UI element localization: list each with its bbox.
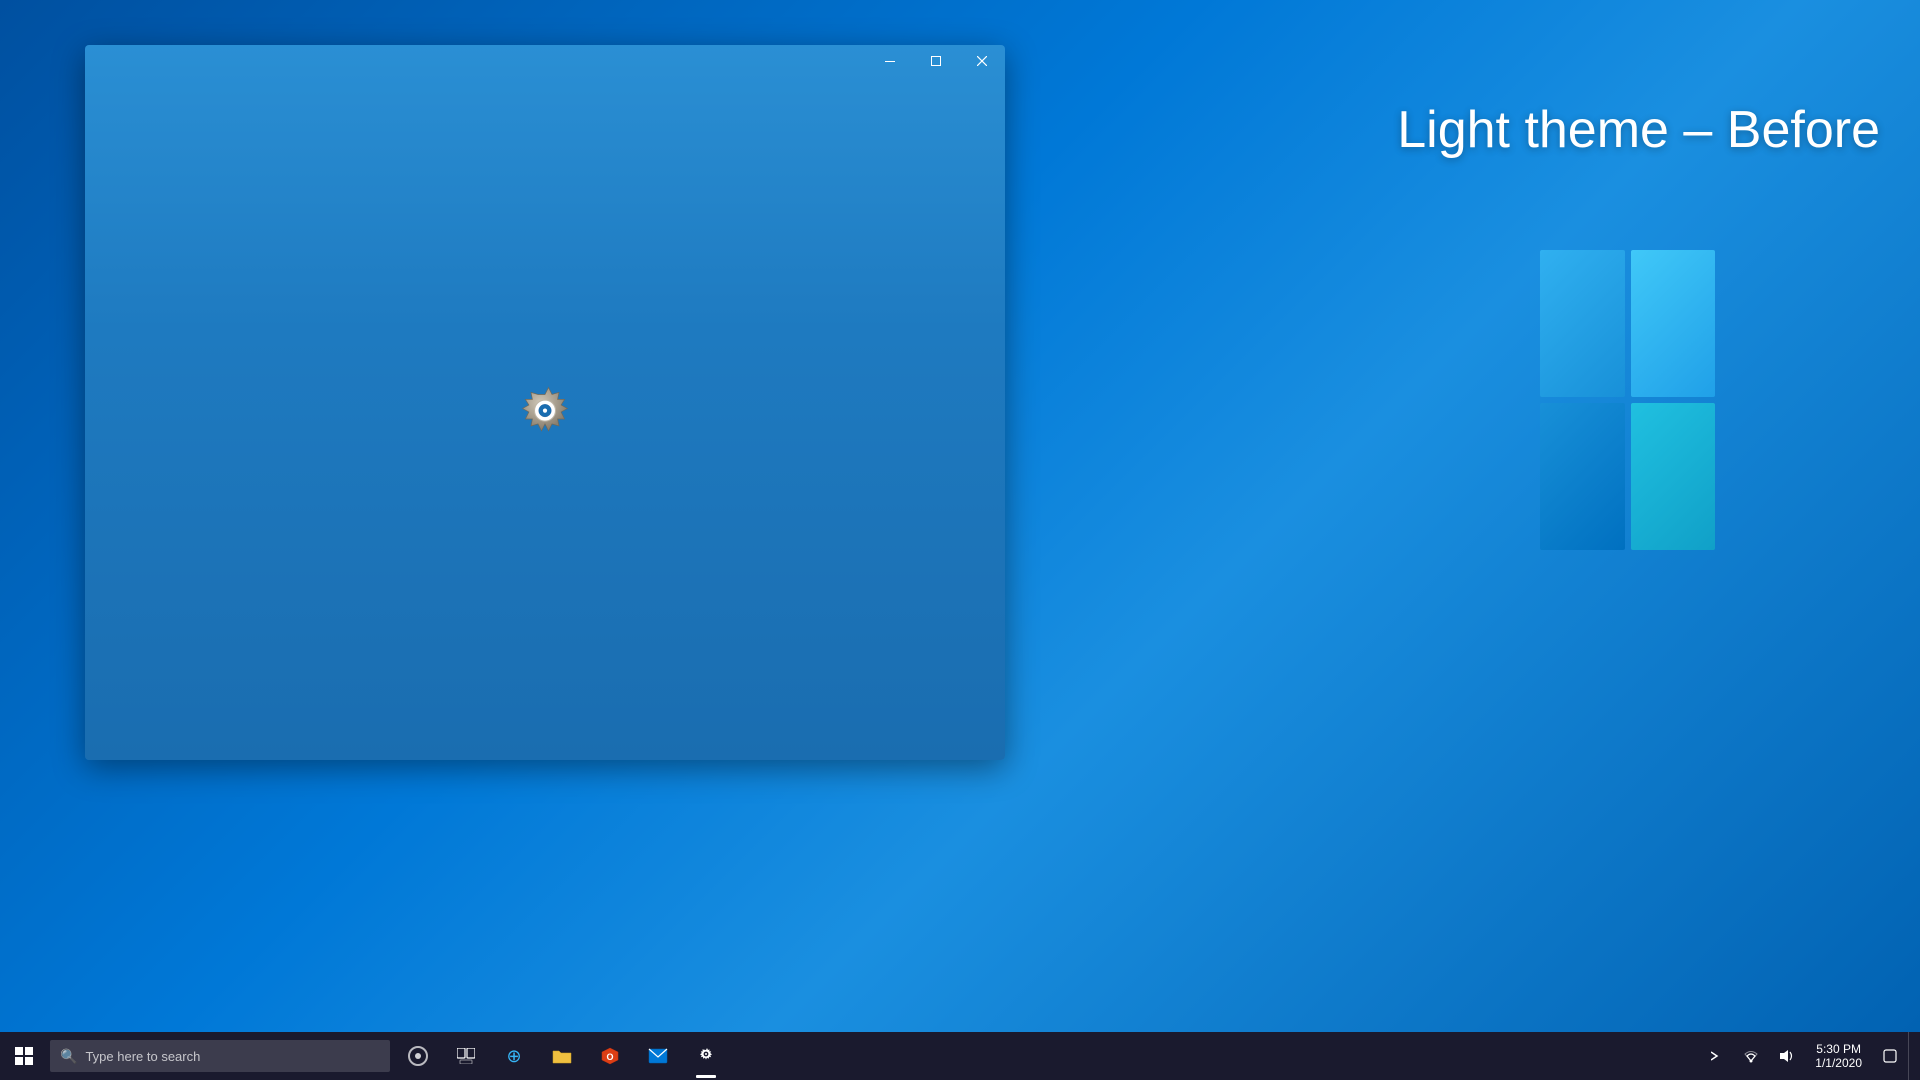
clock[interactable]: 5:30 PM 1/1/2020 xyxy=(1805,1032,1872,1080)
volume-icon[interactable] xyxy=(1769,1032,1805,1080)
settings-gear-icon xyxy=(510,384,580,454)
svg-text:O: O xyxy=(606,1052,613,1062)
cortana-icon xyxy=(408,1046,428,1066)
file-explorer-button[interactable] xyxy=(538,1032,586,1080)
mail-button[interactable] xyxy=(634,1032,682,1080)
search-bar[interactable]: 🔍 Type here to search xyxy=(50,1040,390,1072)
start-button[interactable] xyxy=(0,1032,48,1080)
task-view-button[interactable] xyxy=(442,1032,490,1080)
cortana-button[interactable] xyxy=(394,1032,442,1080)
search-placeholder: Type here to search xyxy=(85,1049,200,1064)
mail-icon xyxy=(648,1048,668,1064)
file-explorer-icon xyxy=(552,1047,572,1065)
title-bar xyxy=(85,45,1005,77)
settings-taskbar-button[interactable] xyxy=(682,1032,730,1080)
notifications-icon[interactable] xyxy=(1872,1032,1908,1080)
win-logo-tl xyxy=(1540,250,1625,397)
show-hidden-icons-button[interactable] xyxy=(1697,1032,1733,1080)
win-logo-br xyxy=(1631,403,1716,550)
minimize-button[interactable] xyxy=(867,45,913,77)
show-desktop-button[interactable] xyxy=(1908,1032,1916,1080)
theme-label: Light theme – Before xyxy=(1397,100,1880,160)
window-content xyxy=(85,77,1005,760)
taskbar-icons: ⊕ O xyxy=(394,1032,730,1080)
task-view-icon xyxy=(457,1048,475,1064)
time-display: 5:30 PM xyxy=(1816,1042,1861,1056)
settings-taskbar-icon xyxy=(696,1046,716,1066)
date-display: 1/1/2020 xyxy=(1815,1056,1862,1070)
edge-button[interactable]: ⊕ xyxy=(490,1032,538,1080)
win-logo-tr xyxy=(1631,250,1716,397)
close-button[interactable] xyxy=(959,45,1005,77)
win-logo-bl xyxy=(1540,403,1625,550)
system-tray: 5:30 PM 1/1/2020 xyxy=(1697,1032,1920,1080)
network-icon[interactable] xyxy=(1733,1032,1769,1080)
gear-icon-container xyxy=(510,384,580,454)
edge-icon: ⊕ xyxy=(506,1046,521,1067)
settings-window xyxy=(85,45,1005,760)
start-icon xyxy=(15,1047,33,1065)
office-icon: O xyxy=(600,1046,620,1066)
office-button[interactable]: O xyxy=(586,1032,634,1080)
taskbar: 🔍 Type here to search ⊕ xyxy=(0,1032,1920,1080)
search-icon: 🔍 xyxy=(60,1048,77,1065)
maximize-button[interactable] xyxy=(913,45,959,77)
windows-logo xyxy=(1540,250,1740,570)
title-bar-controls xyxy=(867,45,1005,77)
